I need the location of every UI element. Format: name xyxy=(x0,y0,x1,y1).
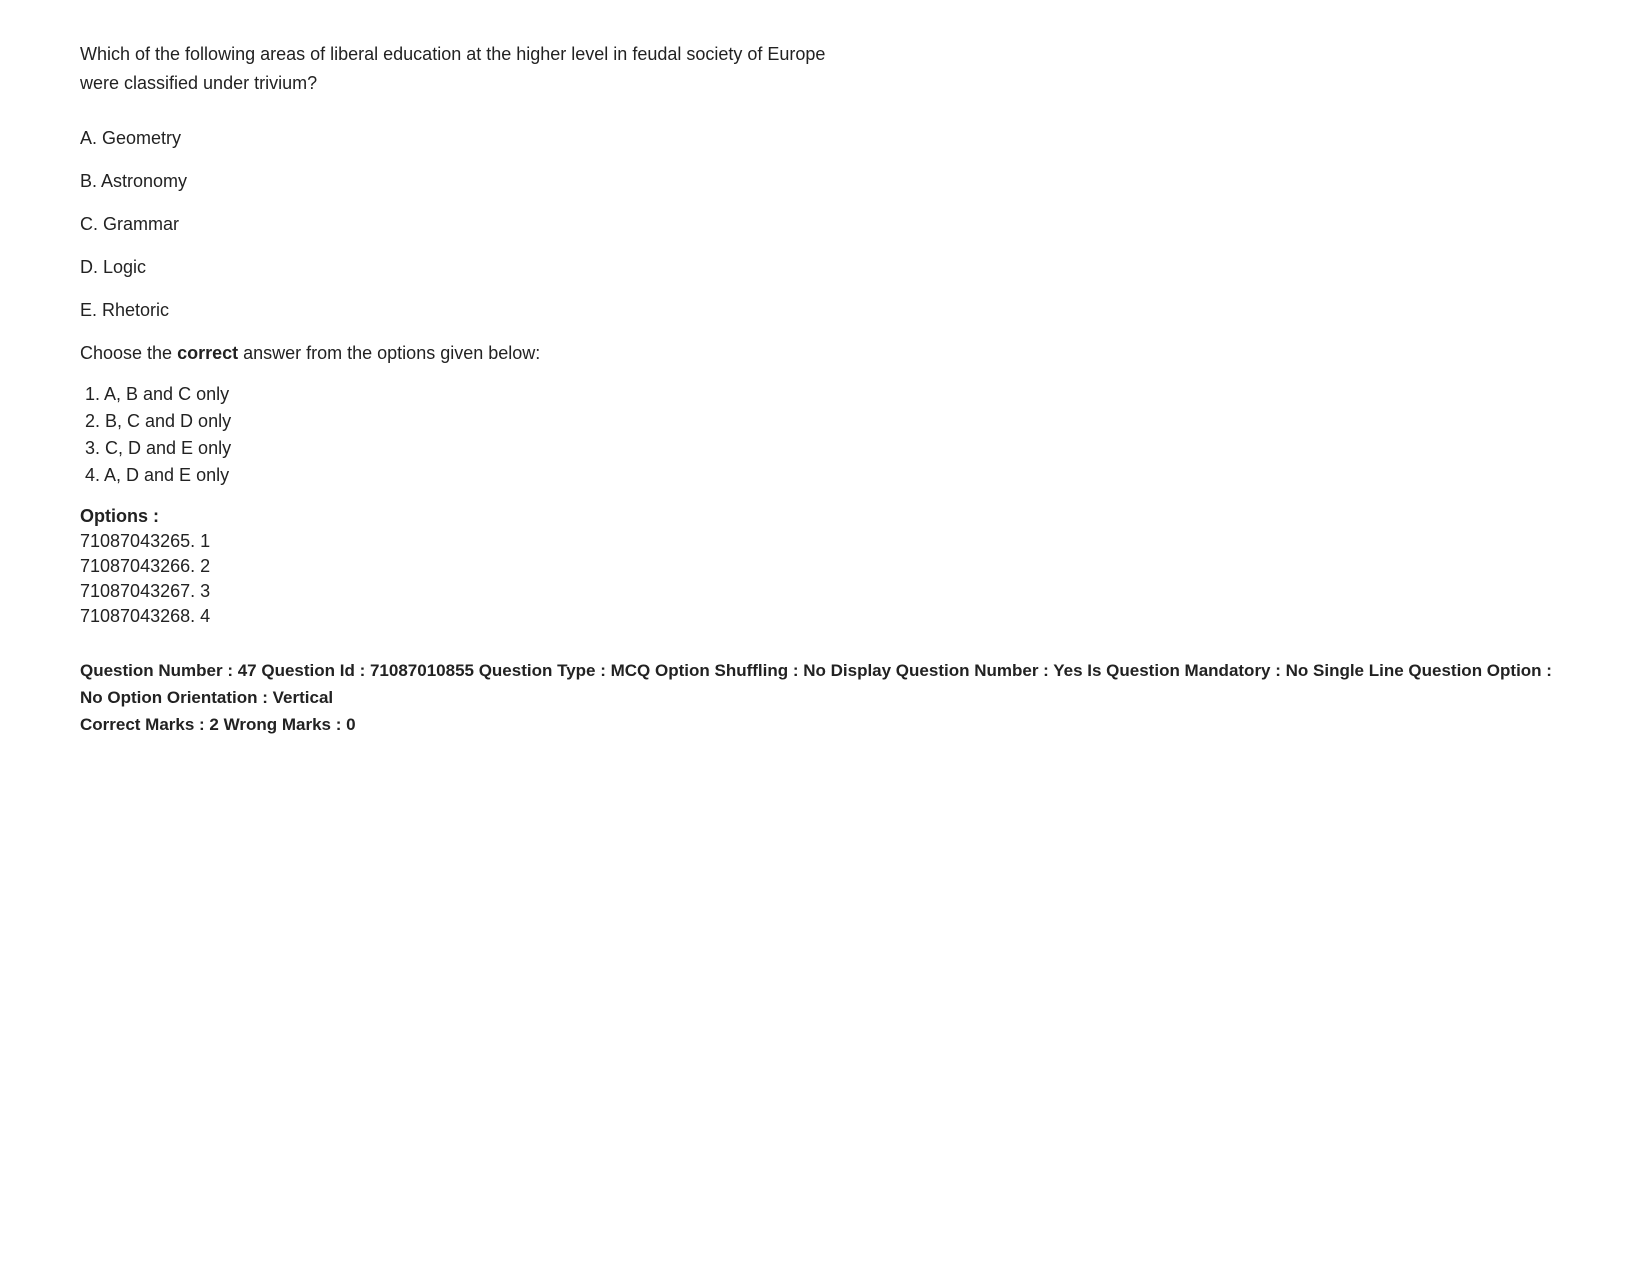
option-code-3: 71087043267. 3 xyxy=(80,581,1570,602)
choose-prefix: Choose the xyxy=(80,343,177,363)
meta-info: Question Number : 47 Question Id : 71087… xyxy=(80,657,1570,739)
answer-option-3: 3. C, D and E only xyxy=(80,438,1570,459)
option-b-label: B. Astronomy xyxy=(80,171,187,191)
option-code-2: 71087043266. 2 xyxy=(80,556,1570,577)
choose-suffix: answer from the options given below: xyxy=(238,343,540,363)
question-container: Which of the following areas of liberal … xyxy=(80,40,1570,738)
option-code-1: 71087043265. 1 xyxy=(80,531,1570,552)
question-line2: were classified under trivium? xyxy=(80,73,317,93)
choose-instruction: Choose the correct answer from the optio… xyxy=(80,343,1570,364)
option-d: D. Logic xyxy=(80,257,1570,278)
question-line1: Which of the following areas of liberal … xyxy=(80,44,825,64)
option-c: C. Grammar xyxy=(80,214,1570,235)
option-a: A. Geometry xyxy=(80,128,1570,149)
question-text: Which of the following areas of liberal … xyxy=(80,40,1570,98)
option-code-4: 71087043268. 4 xyxy=(80,606,1570,627)
option-d-label: D. Logic xyxy=(80,257,146,277)
answer-options: 1. A, B and C only 2. B, C and D only 3.… xyxy=(80,384,1570,486)
option-c-label: C. Grammar xyxy=(80,214,179,234)
meta-line1: Question Number : 47 Question Id : 71087… xyxy=(80,657,1570,711)
answer-option-1: 1. A, B and C only xyxy=(80,384,1570,405)
answer-option-4: 4. A, D and E only xyxy=(80,465,1570,486)
meta-line2: Correct Marks : 2 Wrong Marks : 0 xyxy=(80,711,1570,738)
option-b: B. Astronomy xyxy=(80,171,1570,192)
option-codes: 71087043265. 1 71087043266. 2 7108704326… xyxy=(80,531,1570,627)
choose-bold: correct xyxy=(177,343,238,363)
option-e: E. Rhetoric xyxy=(80,300,1570,321)
answer-option-2: 2. B, C and D only xyxy=(80,411,1570,432)
options-label: Options : xyxy=(80,506,1570,527)
option-e-label: E. Rhetoric xyxy=(80,300,169,320)
option-a-label: A. Geometry xyxy=(80,128,181,148)
